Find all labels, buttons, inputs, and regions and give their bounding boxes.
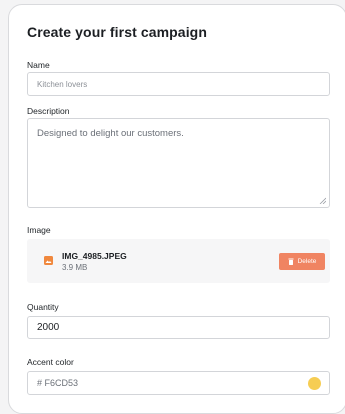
name-label: Name [27, 60, 50, 70]
quantity-input[interactable]: 2000 [27, 316, 330, 339]
image-attachment-row: IMG_4985.JPEG 3.9 MB Delete [27, 239, 330, 283]
accent-color-value: # F6CD53 [37, 378, 79, 388]
delete-button-label: Delete [297, 258, 317, 265]
name-input-value: Kitchen lovers [37, 79, 88, 89]
accent-color-input[interactable]: # F6CD53 [27, 371, 330, 395]
form-title: Create your first campaign [27, 24, 207, 40]
file-size: 3.9 MB [62, 263, 88, 272]
image-label: Image [27, 225, 51, 235]
image-file-icon [44, 256, 53, 265]
campaign-form-card: Create your first campaign Name Kitchen … [8, 4, 345, 414]
name-input[interactable]: Kitchen lovers [27, 72, 330, 96]
quantity-label: Quantity [27, 302, 59, 312]
trash-icon [288, 258, 294, 265]
resize-handle-icon[interactable] [319, 197, 326, 204]
description-textarea[interactable]: Designed to delight our customers. [27, 118, 330, 208]
delete-button[interactable]: Delete [279, 253, 325, 270]
description-label: Description [27, 106, 70, 116]
description-value: Designed to delight our customers. [37, 128, 184, 139]
file-name: IMG_4985.JPEG [62, 251, 127, 261]
accent-color-label: Accent color [27, 357, 74, 367]
quantity-value: 2000 [37, 322, 60, 333]
color-swatch[interactable] [308, 377, 321, 390]
